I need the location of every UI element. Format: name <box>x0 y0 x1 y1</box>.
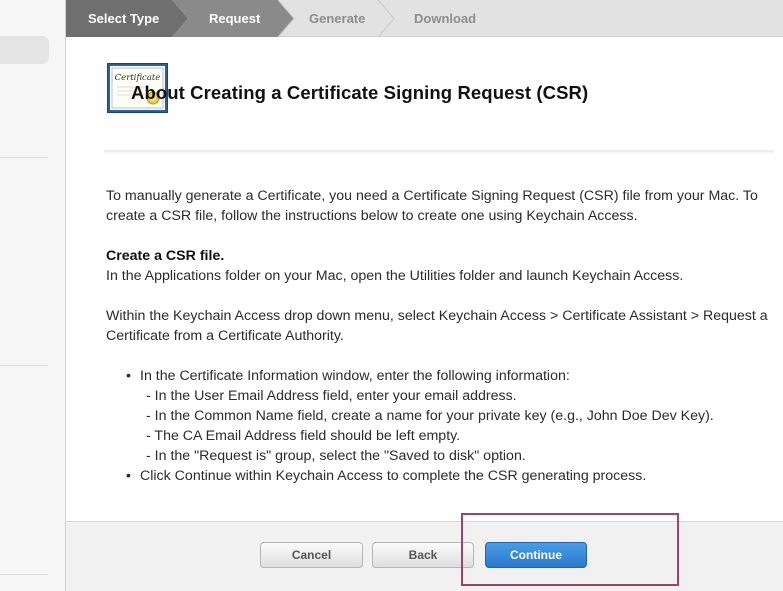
menu-instruction: Within the Keychain Access drop down men… <box>106 308 768 344</box>
sub-list-item: - In the User Email Address field, enter… <box>146 388 517 404</box>
section-text: In the Applications folder on your Mac, … <box>106 268 684 284</box>
continue-button[interactable]: Continue <box>485 542 587 568</box>
step-select-type: Select Type <box>88 11 160 26</box>
intro-paragraph: To manually generate a Certificate, you … <box>106 188 758 224</box>
header-divider <box>104 150 774 154</box>
instructions-content: To manually generate a Certificate, you … <box>106 186 776 486</box>
sidebar-divider <box>0 157 48 158</box>
left-sidebar <box>0 0 66 591</box>
sub-list-item: - In the "Request is" group, select the … <box>146 448 526 464</box>
back-button[interactable]: Back <box>372 542 474 568</box>
step-request: Request <box>209 11 261 26</box>
step-generate: Generate <box>309 11 366 26</box>
list-item: • Click Continue within Keychain Access … <box>126 468 647 484</box>
sidebar-divider <box>0 365 48 366</box>
cancel-button[interactable]: Cancel <box>260 542 363 568</box>
sidebar-selected-item[interactable] <box>0 36 49 64</box>
section-heading: Create a CSR file. <box>106 248 225 264</box>
steps-list: • In the Certificate Information window,… <box>126 366 776 486</box>
bullet-icon: • <box>126 468 131 484</box>
step-separator <box>377 0 395 37</box>
step-progress-bar: Select Type Request Generate Download <box>66 0 783 37</box>
bullet-icon: • <box>126 368 131 384</box>
page-title: About Creating a Certificate Signing Req… <box>131 82 589 103</box>
sub-list: - In the User Email Address field, enter… <box>146 386 776 466</box>
step-download: Download <box>414 11 477 26</box>
sub-list-item: - In the Common Name field, create a nam… <box>146 408 714 424</box>
list-item: • In the Certificate Information window,… <box>126 366 776 466</box>
button-footer: Cancel Back Continue <box>66 521 783 591</box>
sidebar-divider <box>0 574 48 575</box>
sub-list-item: - The CA Email Address field should be l… <box>146 428 461 444</box>
